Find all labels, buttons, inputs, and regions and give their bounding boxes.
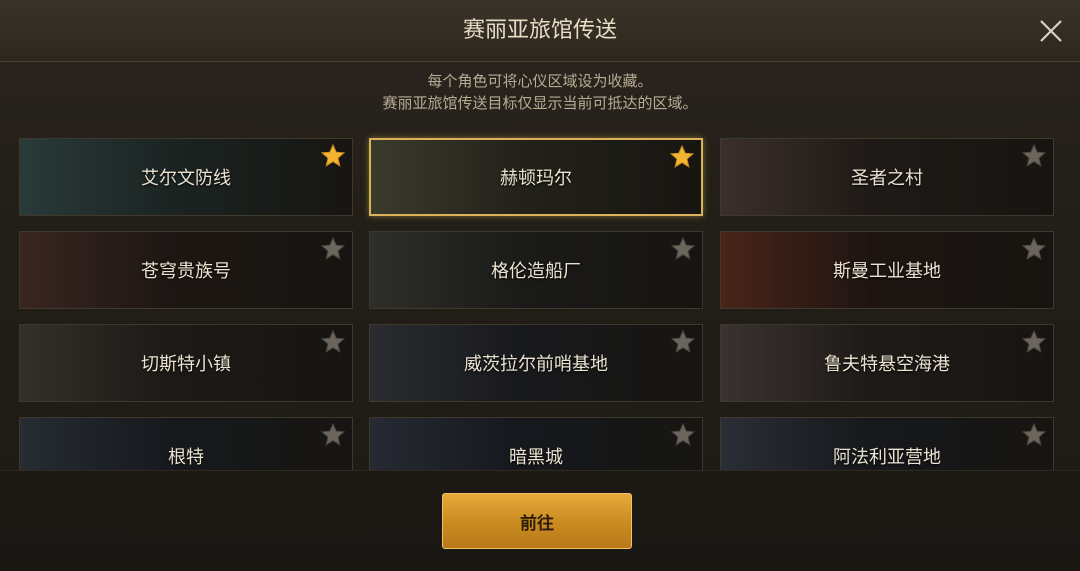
location-card[interactable]: 斯曼工业基地 (720, 231, 1054, 309)
location-grid: 艾尔文防线 赫顿玛尔 圣者之村苍穹贵族号 格伦造船厂 斯曼工业基地切斯特小镇 威茨拉尔前哨… (0, 128, 1080, 470)
location-card[interactable]: 鲁夫特悬空海港 (720, 324, 1054, 402)
favorite-star-icon[interactable] (1021, 143, 1047, 169)
favorite-star-icon[interactable] (320, 329, 346, 355)
location-card[interactable]: 苍穹贵族号 (19, 231, 353, 309)
favorite-star-icon[interactable] (669, 144, 695, 170)
location-card[interactable]: 暗黑城 (369, 417, 703, 470)
location-name: 艾尔文防线 (141, 168, 231, 189)
location-name: 赫顿玛尔 (500, 168, 572, 189)
location-name: 切斯特小镇 (141, 354, 231, 375)
close-icon (1040, 20, 1062, 42)
location-name: 根特 (168, 447, 204, 468)
location-card[interactable]: 切斯特小镇 (19, 324, 353, 402)
location-card[interactable]: 艾尔文防线 (19, 138, 353, 216)
location-card[interactable]: 赫顿玛尔 (369, 138, 703, 216)
favorite-star-icon[interactable] (1021, 422, 1047, 448)
favorite-star-icon[interactable] (1021, 236, 1047, 262)
favorite-star-icon[interactable] (670, 422, 696, 448)
close-button[interactable] (1036, 16, 1066, 46)
favorite-star-icon[interactable] (320, 236, 346, 262)
location-card[interactable]: 阿法利亚营地 (720, 417, 1054, 470)
location-name: 威茨拉尔前哨基地 (464, 354, 608, 375)
location-name: 暗黑城 (509, 447, 563, 468)
location-card[interactable]: 圣者之村 (720, 138, 1054, 216)
favorite-star-icon[interactable] (670, 236, 696, 262)
favorite-star-icon[interactable] (320, 422, 346, 448)
location-name: 阿法利亚营地 (833, 447, 941, 468)
location-card[interactable]: 格伦造船厂 (369, 231, 703, 309)
title-bar: 赛丽亚旅馆传送 (0, 0, 1080, 62)
favorite-star-icon[interactable] (1021, 329, 1047, 355)
favorite-star-icon[interactable] (320, 143, 346, 169)
location-name: 格伦造船厂 (491, 261, 581, 282)
teleport-dialog: 赛丽亚旅馆传送 每个角色可将心仪区域设为收藏。 赛丽亚旅馆传送目标仅显示当前可抵… (0, 0, 1080, 571)
go-button[interactable]: 前往 (442, 493, 632, 549)
location-name: 斯曼工业基地 (833, 261, 941, 282)
location-card[interactable]: 根特 (19, 417, 353, 470)
dialog-title: 赛丽亚旅馆传送 (462, 18, 617, 43)
favorite-star-icon[interactable] (670, 329, 696, 355)
location-name: 苍穹贵族号 (141, 261, 231, 282)
hint-text-favorite: 每个角色可将心仪区域设为收藏。 (427, 72, 653, 90)
location-name: 鲁夫特悬空海港 (824, 354, 950, 375)
hint-text-reachable: 赛丽亚旅馆传送目标仅显示当前可抵达的区域。 (382, 94, 698, 112)
location-card[interactable]: 威茨拉尔前哨基地 (369, 324, 703, 402)
location-name: 圣者之村 (851, 168, 923, 189)
